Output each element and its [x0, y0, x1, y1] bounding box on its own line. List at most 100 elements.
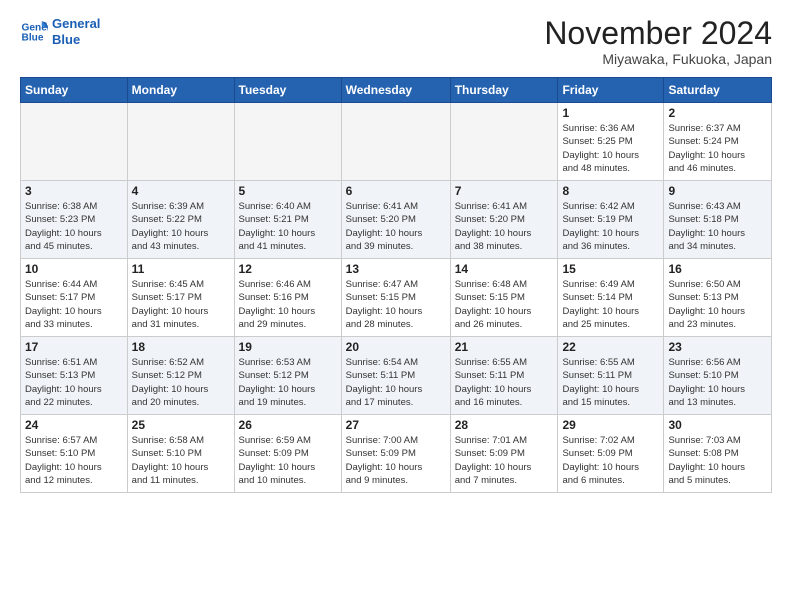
day-cell: 30Sunrise: 7:03 AM Sunset: 5:08 PM Dayli… — [664, 415, 772, 493]
day-info: Sunrise: 6:45 AM Sunset: 5:17 PM Dayligh… — [132, 278, 230, 331]
day-number: 8 — [562, 184, 659, 198]
day-number: 28 — [455, 418, 554, 432]
svg-text:Blue: Blue — [22, 32, 44, 43]
day-cell — [127, 103, 234, 181]
day-cell: 12Sunrise: 6:46 AM Sunset: 5:16 PM Dayli… — [234, 259, 341, 337]
day-cell: 13 Sunrise: 6:47 AM Sunset: 5:15 PM Dayli… — [341, 259, 450, 337]
day-cell: 5 Sunrise: 6:40 AM Sunset: 5:21 PM Daylig… — [234, 181, 341, 259]
day-info: Sunrise: 6:47 AM Sunset: 5:15 PM Dayligh… — [346, 278, 446, 331]
day-cell: 22Sunrise: 6:55 AM Sunset: 5:11 PM Dayli… — [558, 337, 664, 415]
day-number: 29 — [562, 418, 659, 432]
day-info: Sunrise: 6:42 AM Sunset: 5:19 PM Dayligh… — [562, 200, 659, 253]
logo-line1: General — [52, 16, 100, 31]
day-info: Sunrise: 6:54 AM Sunset: 5:11 PM Dayligh… — [346, 356, 446, 409]
day-cell: 21 Sunrise: 6:55 AM Sunset: 5:11 PM Dayli… — [450, 337, 558, 415]
day-cell: 28 Sunrise: 7:01 AM Sunset: 5:09 PM Dayli… — [450, 415, 558, 493]
day-number: 25 — [132, 418, 230, 432]
day-number: 3 — [25, 184, 123, 198]
day-number: 14 — [455, 262, 554, 276]
day-info: Sunrise: 6:56 AM Sunset: 5:10 PM Dayligh… — [668, 356, 767, 409]
day-info: Sunrise: 6:49 AM Sunset: 5:14 PM Dayligh… — [562, 278, 659, 331]
day-info: Sunrise: 7:03 AM Sunset: 5:08 PM Dayligh… — [668, 434, 767, 487]
day-number: 26 — [239, 418, 337, 432]
day-info: Sunrise: 6:48 AM Sunset: 5:15 PM Dayligh… — [455, 278, 554, 331]
col-monday: Monday — [127, 78, 234, 103]
day-number: 1 — [562, 106, 659, 120]
day-info: Sunrise: 6:39 AM Sunset: 5:22 PM Dayligh… — [132, 200, 230, 253]
day-info: Sunrise: 6:36 AM Sunset: 5:25 PM Dayligh… — [562, 122, 659, 175]
col-saturday: Saturday — [664, 78, 772, 103]
logo: General Blue General Blue — [20, 16, 100, 47]
day-cell — [21, 103, 128, 181]
day-info: Sunrise: 7:01 AM Sunset: 5:09 PM Dayligh… — [455, 434, 554, 487]
day-cell — [450, 103, 558, 181]
day-cell: 17 Sunrise: 6:51 AM Sunset: 5:13 PM Dayli… — [21, 337, 128, 415]
day-number: 17 — [25, 340, 123, 354]
day-cell — [234, 103, 341, 181]
col-thursday: Thursday — [450, 78, 558, 103]
day-number: 11 — [132, 262, 230, 276]
day-number: 18 — [132, 340, 230, 354]
day-number: 24 — [25, 418, 123, 432]
day-number: 7 — [455, 184, 554, 198]
location: Miyawaka, Fukuoka, Japan — [544, 51, 772, 67]
week-row-3: 10 Sunrise: 6:44 AM Sunset: 5:17 PM Dayli… — [21, 259, 772, 337]
col-tuesday: Tuesday — [234, 78, 341, 103]
week-row-5: 24 Sunrise: 6:57 AM Sunset: 5:10 PM Dayli… — [21, 415, 772, 493]
day-cell: 24 Sunrise: 6:57 AM Sunset: 5:10 PM Dayli… — [21, 415, 128, 493]
day-number: 5 — [239, 184, 337, 198]
logo-text: General Blue — [52, 16, 100, 47]
day-cell: 1 Sunrise: 6:36 AM Sunset: 5:25 PM Daylig… — [558, 103, 664, 181]
logo-line2: Blue — [52, 32, 80, 47]
day-cell: 23 Sunrise: 6:56 AM Sunset: 5:10 PM Dayli… — [664, 337, 772, 415]
day-cell: 18 Sunrise: 6:52 AM Sunset: 5:12 PM Dayli… — [127, 337, 234, 415]
day-number: 23 — [668, 340, 767, 354]
header-row: Sunday Monday Tuesday Wednesday Thursday… — [21, 78, 772, 103]
page: General Blue General Blue November 2024 … — [0, 0, 792, 612]
day-cell — [341, 103, 450, 181]
day-info: Sunrise: 6:41 AM Sunset: 5:20 PM Dayligh… — [455, 200, 554, 253]
logo-icon: General Blue — [20, 18, 48, 46]
day-info: Sunrise: 7:00 AM Sunset: 5:09 PM Dayligh… — [346, 434, 446, 487]
day-info: Sunrise: 6:57 AM Sunset: 5:10 PM Dayligh… — [25, 434, 123, 487]
day-cell: 14 Sunrise: 6:48 AM Sunset: 5:15 PM Dayli… — [450, 259, 558, 337]
day-info: Sunrise: 6:50 AM Sunset: 5:13 PM Dayligh… — [668, 278, 767, 331]
day-cell: 4 Sunrise: 6:39 AM Sunset: 5:22 PM Daylig… — [127, 181, 234, 259]
day-cell: 16 Sunrise: 6:50 AM Sunset: 5:13 PM Dayli… — [664, 259, 772, 337]
day-number: 13 — [346, 262, 446, 276]
day-info: Sunrise: 6:37 AM Sunset: 5:24 PM Dayligh… — [668, 122, 767, 175]
col-sunday: Sunday — [21, 78, 128, 103]
week-row-2: 3 Sunrise: 6:38 AM Sunset: 5:23 PM Daylig… — [21, 181, 772, 259]
day-number: 9 — [668, 184, 767, 198]
day-info: Sunrise: 6:43 AM Sunset: 5:18 PM Dayligh… — [668, 200, 767, 253]
day-info: Sunrise: 6:41 AM Sunset: 5:20 PM Dayligh… — [346, 200, 446, 253]
day-cell: 29 Sunrise: 7:02 AM Sunset: 5:09 PM Dayli… — [558, 415, 664, 493]
day-info: Sunrise: 6:52 AM Sunset: 5:12 PM Dayligh… — [132, 356, 230, 409]
day-info: Sunrise: 6:40 AM Sunset: 5:21 PM Dayligh… — [239, 200, 337, 253]
day-cell: 20Sunrise: 6:54 AM Sunset: 5:11 PM Dayli… — [341, 337, 450, 415]
day-cell: 8 Sunrise: 6:42 AM Sunset: 5:19 PM Daylig… — [558, 181, 664, 259]
day-info: Sunrise: 6:38 AM Sunset: 5:23 PM Dayligh… — [25, 200, 123, 253]
day-number: 16 — [668, 262, 767, 276]
day-info: Sunrise: 6:51 AM Sunset: 5:13 PM Dayligh… — [25, 356, 123, 409]
day-cell: 26Sunrise: 6:59 AM Sunset: 5:09 PM Dayli… — [234, 415, 341, 493]
title-block: November 2024 Miyawaka, Fukuoka, Japan — [544, 16, 772, 67]
day-cell: 19Sunrise: 6:53 AM Sunset: 5:12 PM Dayli… — [234, 337, 341, 415]
day-number: 21 — [455, 340, 554, 354]
day-cell: 11 Sunrise: 6:45 AM Sunset: 5:17 PM Dayli… — [127, 259, 234, 337]
week-row-1: 1 Sunrise: 6:36 AM Sunset: 5:25 PM Daylig… — [21, 103, 772, 181]
day-info: Sunrise: 6:46 AM Sunset: 5:16 PM Dayligh… — [239, 278, 337, 331]
day-info: Sunrise: 6:44 AM Sunset: 5:17 PM Dayligh… — [25, 278, 123, 331]
calendar: Sunday Monday Tuesday Wednesday Thursday… — [20, 77, 772, 493]
day-info: Sunrise: 6:55 AM Sunset: 5:11 PM Dayligh… — [562, 356, 659, 409]
day-cell: 2Sunrise: 6:37 AM Sunset: 5:24 PM Daylig… — [664, 103, 772, 181]
day-cell: 7 Sunrise: 6:41 AM Sunset: 5:20 PM Daylig… — [450, 181, 558, 259]
day-number: 4 — [132, 184, 230, 198]
day-cell: 3 Sunrise: 6:38 AM Sunset: 5:23 PM Daylig… — [21, 181, 128, 259]
day-cell: 6Sunrise: 6:41 AM Sunset: 5:20 PM Daylig… — [341, 181, 450, 259]
day-info: Sunrise: 6:58 AM Sunset: 5:10 PM Dayligh… — [132, 434, 230, 487]
day-number: 10 — [25, 262, 123, 276]
day-info: Sunrise: 6:55 AM Sunset: 5:11 PM Dayligh… — [455, 356, 554, 409]
col-friday: Friday — [558, 78, 664, 103]
day-info: Sunrise: 7:02 AM Sunset: 5:09 PM Dayligh… — [562, 434, 659, 487]
